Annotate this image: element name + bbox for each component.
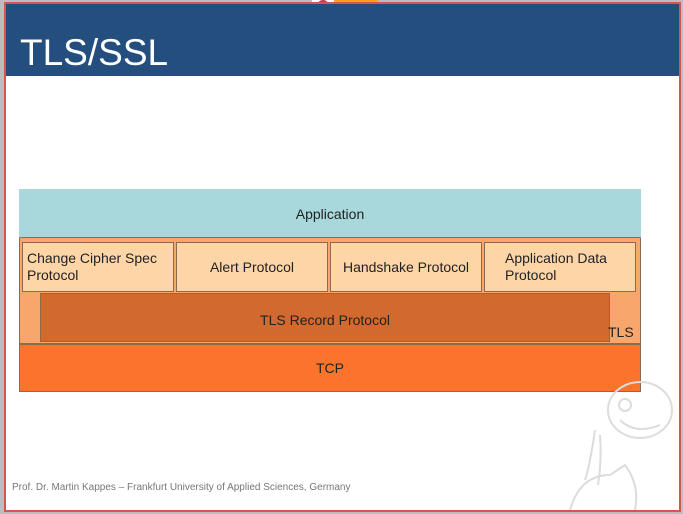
alert-protocol: Alert Protocol	[176, 242, 328, 292]
slide-footer: Prof. Dr. Martin Kappes – Frankfurt Univ…	[12, 482, 351, 493]
application-data-protocol: Application Data Protocol	[484, 242, 636, 292]
slide-title: TLS/SSL	[20, 32, 169, 73]
slide-header: TLS/SSL	[6, 4, 679, 76]
application-layer: Application	[19, 189, 641, 238]
handshake-protocol: Handshake Protocol	[330, 242, 482, 292]
tls-record-protocol: TLS Record Protocol	[40, 293, 610, 342]
change-cipher-spec-protocol: Change Cipher Spec Protocol	[22, 242, 174, 292]
tls-label: TLS	[608, 324, 634, 340]
turtle-mascot-icon	[569, 381, 673, 510]
